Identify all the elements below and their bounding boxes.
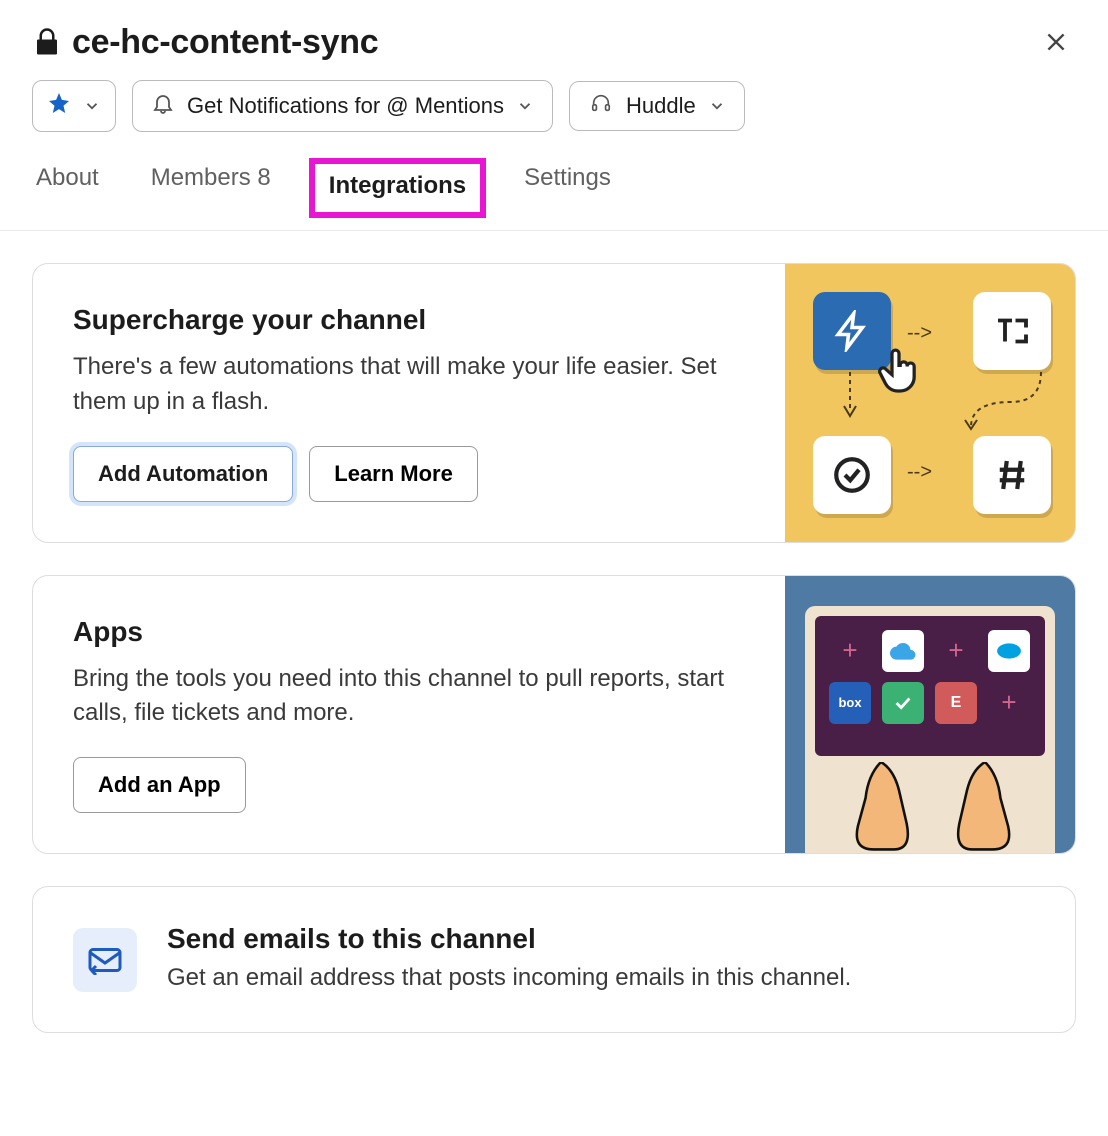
lock-icon <box>32 27 62 57</box>
hash-icon <box>973 436 1051 514</box>
bell-icon <box>151 91 175 121</box>
check-circle-icon <box>813 436 891 514</box>
hand-icon <box>945 762 1025 853</box>
apps-title: Apps <box>73 616 745 648</box>
tab-members[interactable]: Members 8 <box>147 150 275 230</box>
email-card[interactable]: Send emails to this channel Get an email… <box>32 886 1076 1033</box>
dashed-arrow-icon <box>840 372 860 422</box>
notifications-button[interactable]: Get Notifications for @ Mentions <box>132 80 553 132</box>
chevron-down-icon <box>83 97 101 115</box>
tab-about[interactable]: About <box>32 150 103 230</box>
tabs: About Members 8 Integrations Settings <box>0 150 1108 231</box>
automation-card: Supercharge your channel There's a few a… <box>32 263 1076 543</box>
text-icon <box>973 292 1051 370</box>
plus-icon: + <box>935 630 977 672</box>
automation-illustration: --> --> <box>785 264 1075 542</box>
learn-more-button[interactable]: Learn More <box>309 446 478 502</box>
app-e-icon: E <box>935 682 977 724</box>
notifications-label: Get Notifications for @ Mentions <box>187 93 504 119</box>
salesforce-icon <box>988 630 1030 672</box>
plus-icon: + <box>988 682 1030 724</box>
channel-name: ce-hc-content-sync <box>72 23 378 62</box>
box-icon: box <box>829 682 871 724</box>
plus-icon: + <box>829 630 871 672</box>
dashed-arrow-icon <box>961 372 1051 432</box>
arrow-icon: --> <box>907 461 932 484</box>
hand-icon <box>841 762 921 853</box>
automation-title: Supercharge your channel <box>73 304 745 336</box>
huddle-button[interactable]: Huddle <box>569 81 745 131</box>
star-button[interactable] <box>32 80 116 132</box>
cloud-icon <box>882 630 924 672</box>
tab-members-label: Members <box>151 164 251 191</box>
chevron-down-icon <box>708 97 726 115</box>
automation-desc: There's a few automations that will make… <box>73 350 745 420</box>
star-filled-icon <box>47 91 71 121</box>
add-automation-button[interactable]: Add Automation <box>73 446 293 502</box>
email-arrow-icon <box>73 928 137 992</box>
channel-title-wrap: ce-hc-content-sync <box>32 23 378 62</box>
add-app-button[interactable]: Add an App <box>73 757 246 813</box>
check-icon <box>882 682 924 724</box>
headphones-icon <box>588 92 614 120</box>
huddle-label: Huddle <box>626 93 696 119</box>
close-button[interactable] <box>1036 22 1076 62</box>
apps-card: Apps Bring the tools you need into this … <box>32 575 1076 855</box>
highlight-annotation: Integrations <box>309 158 486 218</box>
apps-desc: Bring the tools you need into this chann… <box>73 662 745 732</box>
tab-settings[interactable]: Settings <box>520 150 615 230</box>
cursor-hand-icon <box>871 342 927 403</box>
tab-integrations[interactable]: Integrations <box>319 150 476 230</box>
chevron-down-icon <box>516 97 534 115</box>
email-desc: Get an email address that posts incoming… <box>167 961 851 996</box>
tab-members-count: 8 <box>257 164 270 191</box>
email-title: Send emails to this channel <box>167 923 851 955</box>
apps-illustration: + + box E + <box>785 576 1075 854</box>
